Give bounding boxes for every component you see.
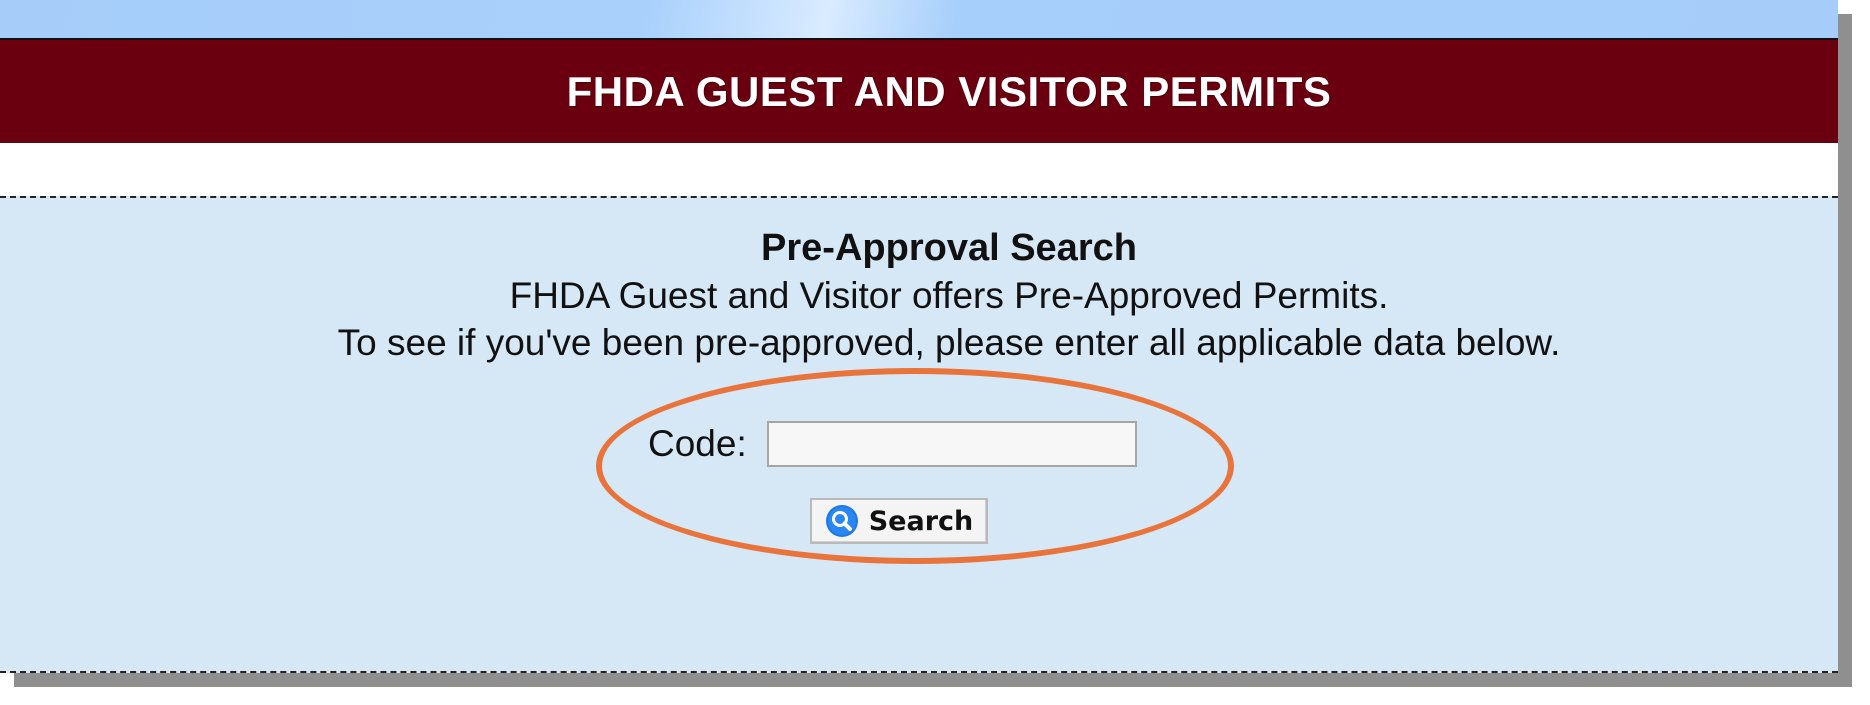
page-frame: FHDA GUEST AND VISITOR PERMITS Pre-Appro… <box>0 0 1838 673</box>
panel-description-line-2: To see if you've been pre-approved, plea… <box>337 322 1561 363</box>
panel-description-line-1: FHDA Guest and Visitor offers Pre-Approv… <box>509 275 1389 316</box>
pre-approval-search-panel: Pre-Approval Search FHDA Guest and Visit… <box>0 196 1838 673</box>
magnifier-icon <box>825 504 859 538</box>
page-title: FHDA GUEST AND VISITOR PERMITS <box>566 67 1332 115</box>
top-strip <box>0 0 1838 40</box>
search-button-label: Search <box>868 505 974 537</box>
panel-text: Pre-Approval Search FHDA Guest and Visit… <box>0 224 1838 366</box>
code-label: Code: <box>648 423 747 464</box>
header-bar: FHDA GUEST AND VISITOR PERMITS <box>0 40 1838 143</box>
search-button[interactable]: Search <box>810 498 988 544</box>
code-input[interactable] <box>766 421 1137 467</box>
code-row: Code: <box>648 421 1137 467</box>
panel-title: Pre-Approval Search <box>761 227 1137 269</box>
